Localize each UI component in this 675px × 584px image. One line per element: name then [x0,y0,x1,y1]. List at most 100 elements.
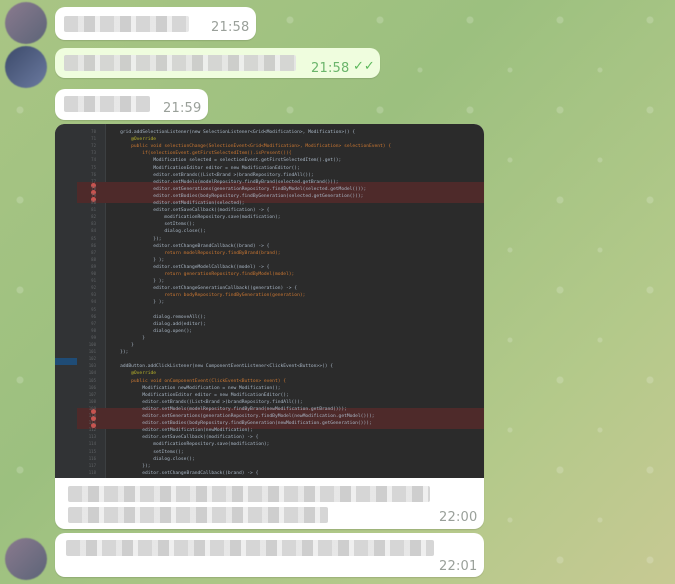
code-line: @Override [109,137,157,143]
code-line: dialog.removeAll(); [109,314,206,320]
message-time: 21:58 [211,20,250,35]
code-line-number: 72 [91,143,96,149]
code-line-number: 76 [91,171,96,177]
code-line-number: 81 [91,207,96,213]
code-line: dialog.open(); [109,328,192,334]
code-line: addButton.addClickListener(new Component… [109,364,334,370]
code-line-number: 110 [88,413,96,418]
code-line-number: 96 [91,313,96,319]
code-line: setItems(); [109,222,195,228]
code-line-number: 79 [91,192,96,198]
avatar[interactable] [5,46,47,88]
code-line: public void selectionChange(SelectionEve… [109,144,392,150]
code-line: editor.setSaveCallback((modification) ->… [109,435,259,441]
code-line-number: 111 [88,420,96,426]
code-line-number: 71 [91,136,96,142]
code-line-number: 85 [91,235,96,241]
code-line: editor.setChangeModelCallback((model) ->… [109,264,270,270]
code-line-number: 84 [91,228,96,234]
redacted-text [64,96,150,112]
code-line-number: 107 [88,391,96,397]
code-line-number: 90 [91,271,96,276]
code-line: editor.setChangeBrandCallback((brand) ->… [109,243,270,249]
message-bubble[interactable]: 21:58 [55,7,256,40]
code-line: editor.setBrands((List<Brand >)brandRepo… [109,172,314,178]
code-line-number: 118 [88,469,96,475]
code-line-number: 88 [91,256,96,262]
code-line-number: 94 [91,299,96,305]
code-line: editor.setChangeBrandCallback((brand) ->… [109,470,259,476]
code-line-number: 113 [88,434,96,440]
code-line-number: 83 [91,221,96,227]
message-bubble-own[interactable]: 21:58 ✓✓ [55,48,380,78]
code-line: editor.setBodies(bodyRepository.findByGe… [109,421,372,427]
code-line: modificationRepository.save(modification… [109,215,281,221]
code-line-number: 73 [91,150,96,156]
message-time: 21:58 [311,61,350,76]
message-bubble-image[interactable]: 70 grid.addSelectionListener(new Selecti… [55,124,484,529]
message-time: 22:01 [439,559,478,574]
message-time: 22:00 [439,510,478,525]
code-line: Modification selected = selectionEvent.g… [109,158,342,164]
code-line-number: 97 [91,320,96,326]
redacted-text [64,55,296,71]
avatar[interactable] [5,538,47,580]
code-line: dialog.add(editor); [109,321,206,327]
code-line-number: 99 [91,334,96,340]
code-line-number: 89 [91,263,96,269]
code-line: return generationRepository.findByModel(… [109,272,295,277]
code-line: Modification newModification = new Modif… [109,385,281,391]
code-screenshot-image[interactable]: 70 grid.addSelectionListener(new Selecti… [55,124,484,478]
code-line-number: 103 [88,363,96,369]
code-line-number: 87 [91,249,96,255]
code-line-number: 104 [88,370,96,376]
code-line-number: 117 [88,462,96,468]
code-line: } [109,343,134,348]
code-line: editor.setBodies(bodyRepository.findByGe… [109,193,364,199]
redacted-text [68,507,328,523]
code-line-number: 98 [91,327,96,333]
avatar[interactable] [5,2,47,44]
code-line-number: 70 [91,129,96,134]
code-line: } ); [109,279,165,285]
message-bubble[interactable]: 22:01 [55,533,484,577]
code-line: editor.setModification(selected); [109,201,245,206]
code-line: dialog.close(); [109,229,206,235]
message-time: 21:59 [163,101,202,116]
code-line-number: 116 [88,455,96,461]
code-line: editor.setGenerations(generationReposito… [109,414,375,419]
code-line: }); [109,350,129,356]
code-line-number: 109 [88,405,96,411]
code-line-number: 105 [88,377,96,383]
code-line-number: 80 [91,200,96,205]
code-line: editor.setModification(newModification); [109,428,253,434]
code-line-number: 74 [91,157,96,163]
code-line: ModificationEditor editor = new Modifica… [109,165,300,171]
redacted-text [64,16,189,32]
code-line: public void onComponentEvent(ClickEvent<… [109,378,287,384]
code-line: editor.setBrands((List<Brand >)brandRepo… [109,399,303,405]
code-line-number: 95 [91,306,96,312]
redacted-text [68,486,430,502]
code-line-number: 108 [88,398,96,404]
code-line-number: 115 [88,448,96,454]
code-line: } [109,335,145,341]
code-line: dialog.close(); [109,456,195,462]
code-line-number: 101 [88,349,96,355]
code-line: } ); [109,257,165,263]
code-line: @Override [109,371,157,377]
code-line-number: 86 [91,242,96,248]
code-line: setItems(); [109,449,184,455]
code-line: ModificationEditor editor = new Modifica… [109,392,289,398]
message-bubble[interactable]: 21:59 [55,89,208,120]
code-line: } ); [109,300,165,306]
code-line-number: 100 [88,342,96,347]
code-line: modificationRepository.save(modification… [109,442,270,448]
redacted-text [66,540,434,556]
code-line-number: 102 [88,356,96,362]
code-line-number: 77 [91,178,96,184]
code-line: return modelRepository.findByBrand(brand… [109,250,281,256]
code-line: editor.setModels(modelRepository.findByB… [109,406,347,412]
code-line: if(selectionEvent.getFirstSelectedItem()… [109,151,292,157]
code-line: return bodyRepository.findByGeneration(g… [109,293,306,299]
